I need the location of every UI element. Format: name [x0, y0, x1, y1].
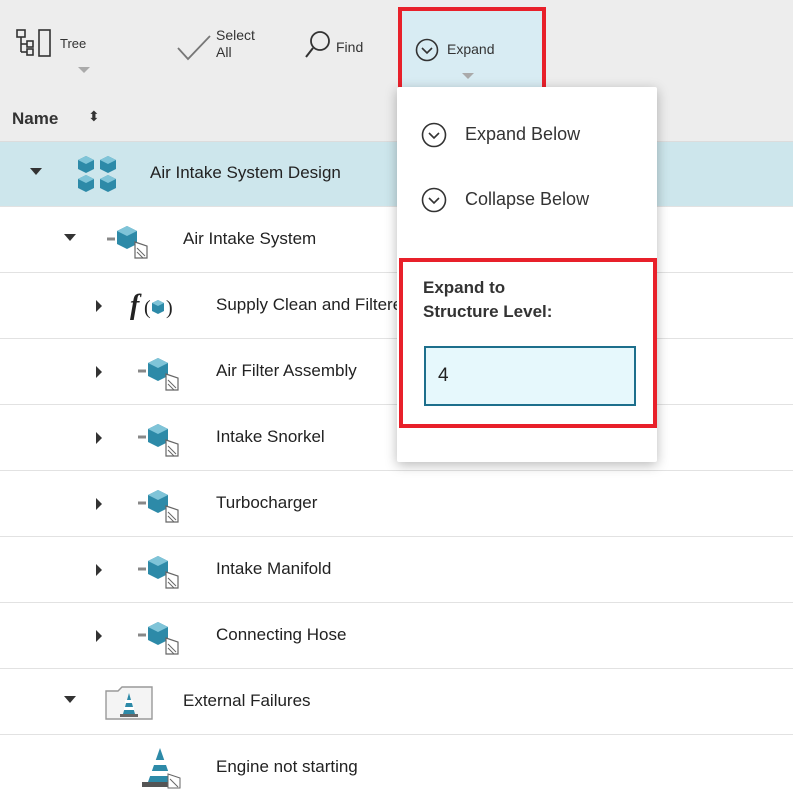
- expand-circle-icon: [415, 38, 439, 62]
- svg-text:(: (: [144, 297, 151, 319]
- tree-row-label: Engine not starting: [216, 757, 358, 776]
- system-part-icon: [138, 490, 179, 523]
- expand-triangle-icon[interactable]: [96, 432, 102, 444]
- collapse-below-menu-item[interactable]: Collapse Below: [421, 183, 651, 217]
- select-all-label-line2: All: [216, 44, 232, 60]
- collapse-triangle-icon[interactable]: [64, 696, 76, 703]
- tree-row-label: Air Intake System Design: [150, 163, 341, 182]
- system-part-icon: [138, 622, 179, 655]
- structure-level-section: Expand to Structure Level:: [399, 258, 657, 428]
- system-part-icon: [138, 358, 179, 391]
- chevron-down-icon: [462, 73, 474, 79]
- system-part-icon: [138, 424, 179, 457]
- structure-level-label-line2: Structure Level:: [423, 302, 553, 321]
- checkmark-icon: [177, 35, 211, 61]
- system-part-icon: [138, 556, 179, 589]
- select-all-label-line1: Select: [216, 27, 255, 43]
- tree-row-label: External Failures: [183, 691, 311, 710]
- find-button[interactable]: Find: [296, 0, 386, 95]
- search-icon: [305, 31, 330, 58]
- expand-below-label: Expand Below: [465, 124, 581, 144]
- function-icon: f ( ): [130, 290, 173, 321]
- svg-text:): ): [166, 297, 173, 319]
- group-icon: [78, 156, 116, 192]
- traffic-cone-icon: [142, 748, 181, 789]
- expand-circle-icon: [421, 122, 447, 148]
- sort-icon[interactable]: ⬍: [88, 108, 100, 125]
- tree-row-label: Connecting Hose: [216, 625, 347, 644]
- tree-row-label: Intake Snorkel: [216, 427, 325, 446]
- expand-triangle-icon[interactable]: [96, 630, 102, 642]
- tree-label: Tree: [60, 36, 87, 51]
- tree-row[interactable]: Connecting Hose: [0, 604, 793, 669]
- tree-row-label: Intake Manifold: [216, 559, 332, 578]
- svg-text:f: f: [130, 290, 142, 321]
- collapse-triangle-icon[interactable]: [64, 234, 76, 241]
- find-label: Find: [336, 39, 364, 55]
- expand-dropdown-menu: Expand Below Collapse Below Expand to St…: [397, 87, 657, 462]
- tree-row-label: Turbocharger: [216, 493, 318, 512]
- toolbar: Tree Select All Find Expand: [0, 0, 793, 97]
- structure-level-label-line1: Expand to: [423, 278, 506, 297]
- collapse-triangle-icon[interactable]: [30, 168, 42, 175]
- collapse-below-label: Collapse Below: [465, 189, 590, 209]
- chevron-down-icon: [78, 67, 90, 73]
- expand-triangle-icon[interactable]: [96, 564, 102, 576]
- expand-triangle-icon[interactable]: [96, 498, 102, 510]
- expand-label: Expand: [447, 41, 495, 57]
- expand-below-menu-item[interactable]: Expand Below: [421, 118, 651, 152]
- system-part-icon: [107, 226, 148, 259]
- expand-button[interactable]: Expand: [398, 7, 546, 97]
- tree-structure-icon: [16, 29, 51, 57]
- select-all-button[interactable]: Select All: [176, 0, 276, 95]
- structure-level-input[interactable]: [424, 346, 636, 406]
- expand-triangle-icon[interactable]: [96, 366, 102, 378]
- failure-folder-icon: [105, 686, 153, 720]
- tree-row-label: Air Filter Assembly: [216, 361, 357, 380]
- expand-triangle-icon[interactable]: [96, 300, 102, 312]
- tree-view-button[interactable]: Tree: [10, 0, 100, 95]
- tree-row-label: Air Intake System: [183, 229, 317, 248]
- tree-row[interactable]: External Failures: [0, 670, 793, 735]
- name-column-header[interactable]: Name: [12, 109, 58, 129]
- tree-row[interactable]: Intake Manifold: [0, 538, 793, 603]
- tree-row[interactable]: Engine not starting: [0, 736, 793, 791]
- expand-circle-icon: [421, 187, 447, 213]
- tree-row[interactable]: Turbocharger: [0, 472, 793, 537]
